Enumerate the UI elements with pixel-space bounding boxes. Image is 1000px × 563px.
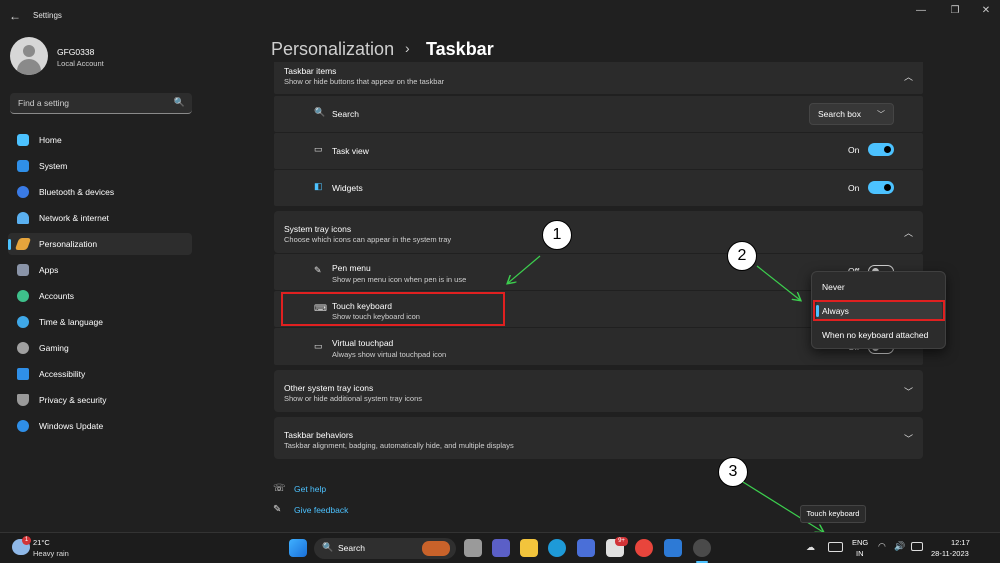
arrow-1 bbox=[508, 255, 541, 283]
task-view-icon[interactable] bbox=[464, 539, 482, 557]
volume-icon[interactable]: 🔊 bbox=[894, 541, 905, 552]
battery-icon[interactable] bbox=[911, 542, 923, 551]
edge-icon[interactable] bbox=[548, 539, 566, 557]
cloud-icon[interactable]: ☁ bbox=[806, 542, 815, 553]
weather-badge: 1 bbox=[22, 536, 31, 545]
photos-icon[interactable] bbox=[664, 539, 682, 557]
touch-keyboard-tray-icon[interactable] bbox=[828, 542, 843, 552]
language-top[interactable]: ENG bbox=[852, 538, 868, 547]
file-explorer-icon[interactable] bbox=[520, 539, 538, 557]
taskbar-search-label: Search bbox=[338, 543, 365, 553]
weather-temp: 21°C bbox=[33, 538, 50, 547]
clock-date[interactable]: 28-11-2023 bbox=[931, 549, 969, 558]
store-icon[interactable] bbox=[577, 539, 595, 557]
start-icon[interactable] bbox=[289, 539, 307, 557]
arrow-2 bbox=[756, 265, 800, 300]
weather-desc: Heavy rain bbox=[33, 549, 69, 558]
search-highlight-icon bbox=[422, 541, 450, 556]
teams-icon[interactable] bbox=[492, 539, 510, 557]
search-icon: 🔍 bbox=[322, 542, 334, 552]
taskbar-search[interactable]: 🔍 Search bbox=[314, 538, 456, 559]
windows-taskbar: 1 21°C Heavy rain 🔍 Search 9+ ☁ ENG IN ◠… bbox=[0, 532, 1000, 563]
clock-time[interactable]: 12:17 bbox=[951, 538, 970, 547]
chrome-icon[interactable] bbox=[635, 539, 653, 557]
tooltip: Touch keyboard bbox=[800, 505, 866, 523]
settings-gear-icon[interactable] bbox=[693, 539, 711, 557]
wifi-icon[interactable]: ◠ bbox=[878, 541, 886, 552]
annotation-arrows bbox=[0, 255, 1000, 563]
notification-badge: 9+ bbox=[615, 537, 628, 546]
language-bottom[interactable]: IN bbox=[856, 549, 864, 558]
